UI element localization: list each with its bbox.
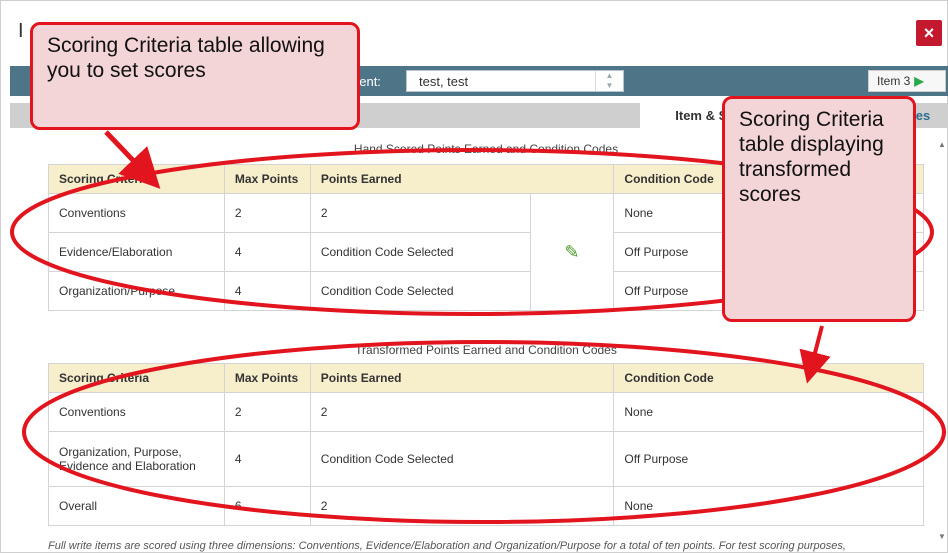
max-points-cell: 4 (223, 431, 311, 487)
max-points-cell: 4 (223, 271, 311, 311)
points-earned-cell: 2 (309, 392, 615, 432)
callout-hand-scored: Scoring Criteria table allowing you to s… (30, 22, 360, 130)
table-header-row: Scoring Criteria Max Points Points Earne… (48, 363, 924, 393)
criteria-cell: Overall (48, 486, 225, 526)
condition-code-cell: None (613, 392, 924, 432)
header-max-points: Max Points (223, 363, 311, 393)
criteria-cell: Evidence/Elaboration (48, 232, 225, 272)
scroll-down-icon[interactable]: ▼ (938, 532, 946, 541)
header-points-earned: Points Earned (309, 164, 615, 194)
edit-scores-button[interactable]: ✎ (529, 193, 615, 311)
points-earned-cell: 2 (309, 486, 615, 526)
criteria-cell: Organization, Purpose, Evidence and Elab… (48, 431, 225, 487)
modal-title: I (18, 20, 24, 42)
transformed-caption: Transformed Points Earned and Condition … (355, 343, 617, 357)
scroll-up-icon[interactable]: ▲ (938, 140, 946, 149)
student-value: test, test (419, 74, 469, 89)
next-arrow-icon: ▶ (914, 74, 924, 88)
header-points-earned: Points Earned (309, 363, 615, 393)
criteria-cell: Conventions (48, 392, 225, 432)
criteria-cell: Conventions (48, 193, 225, 233)
table-row: Organization, Purpose, Evidence and Elab… (48, 431, 924, 487)
item-nav-label: Item 3 (877, 74, 911, 88)
header-condition-code: Condition Code (613, 363, 924, 393)
condition-code-cell: Off Purpose (613, 431, 924, 487)
header-scoring-criteria: Scoring Criteria (48, 363, 225, 393)
table-row: Overall 6 2 None (48, 486, 924, 526)
max-points-cell: 2 (223, 392, 311, 432)
max-points-cell: 2 (223, 193, 311, 233)
points-earned-cell: Condition Code Selected (309, 232, 531, 272)
criteria-cell: Organization/Purpose (48, 271, 225, 311)
points-earned-cell: Condition Code Selected (309, 431, 615, 487)
table-row: Conventions 2 2 None (48, 392, 924, 432)
close-button[interactable]: × (916, 20, 942, 46)
header-scoring-criteria: Scoring Criteria (48, 164, 225, 194)
points-earned-cell: Condition Code Selected (309, 271, 531, 311)
stepper-icon[interactable]: ▲ ▼ (595, 71, 623, 91)
next-item-button[interactable]: Item 3 ▶ (868, 70, 946, 92)
header-max-points: Max Points (223, 164, 311, 194)
max-points-cell: 4 (223, 232, 311, 272)
max-points-cell: 6 (223, 486, 311, 526)
callout-transformed: Scoring Criteria table displaying transf… (722, 96, 916, 322)
transformed-table: Scoring Criteria Max Points Points Earne… (48, 363, 924, 526)
pencil-icon: ✎ (564, 241, 580, 262)
points-earned-cell: 2 (309, 193, 531, 233)
condition-code-cell: None (613, 486, 924, 526)
footnote: Full write items are scored using three … (48, 540, 846, 552)
student-select[interactable]: test, test ▲ ▼ (406, 70, 624, 92)
close-icon: × (923, 22, 935, 43)
